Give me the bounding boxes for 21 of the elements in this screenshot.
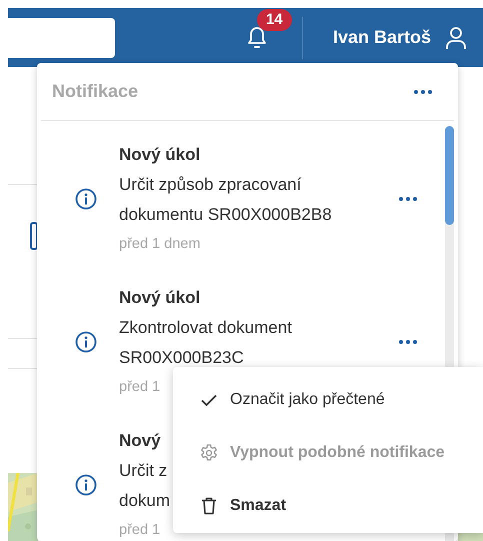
menu-item[interactable]: Smazat xyxy=(173,479,483,532)
info-icon xyxy=(75,188,97,210)
notification-time: před 1 xyxy=(119,521,160,540)
gear-icon xyxy=(199,442,219,462)
notification-title: Nový xyxy=(119,430,161,452)
menu-item[interactable]: Označit jako přečtené xyxy=(173,373,483,426)
user-icon[interactable] xyxy=(445,26,467,50)
notification-title: Nový úkol xyxy=(119,144,200,166)
notification-time: před 1 xyxy=(119,378,160,397)
notification-message: Určit z dokum xyxy=(119,460,170,512)
info-icon xyxy=(75,331,97,353)
panel-title: Notifikace xyxy=(52,81,138,102)
notification-message: Určit způsob zpracovaní dokumentu SR00X000B2B8 xyxy=(119,174,332,226)
notification-title: Nový úkol xyxy=(119,287,200,309)
user-name[interactable]: Ivan Bartoš xyxy=(332,27,431,48)
info-icon xyxy=(75,474,97,496)
trash-icon xyxy=(199,496,219,516)
notification-message: Zkontrolovat dokument SR00X000B23C xyxy=(119,317,292,369)
notification-time: před 1 dnem xyxy=(119,235,200,254)
search-field[interactable] xyxy=(8,18,115,58)
notification-count: 14 xyxy=(256,8,292,30)
